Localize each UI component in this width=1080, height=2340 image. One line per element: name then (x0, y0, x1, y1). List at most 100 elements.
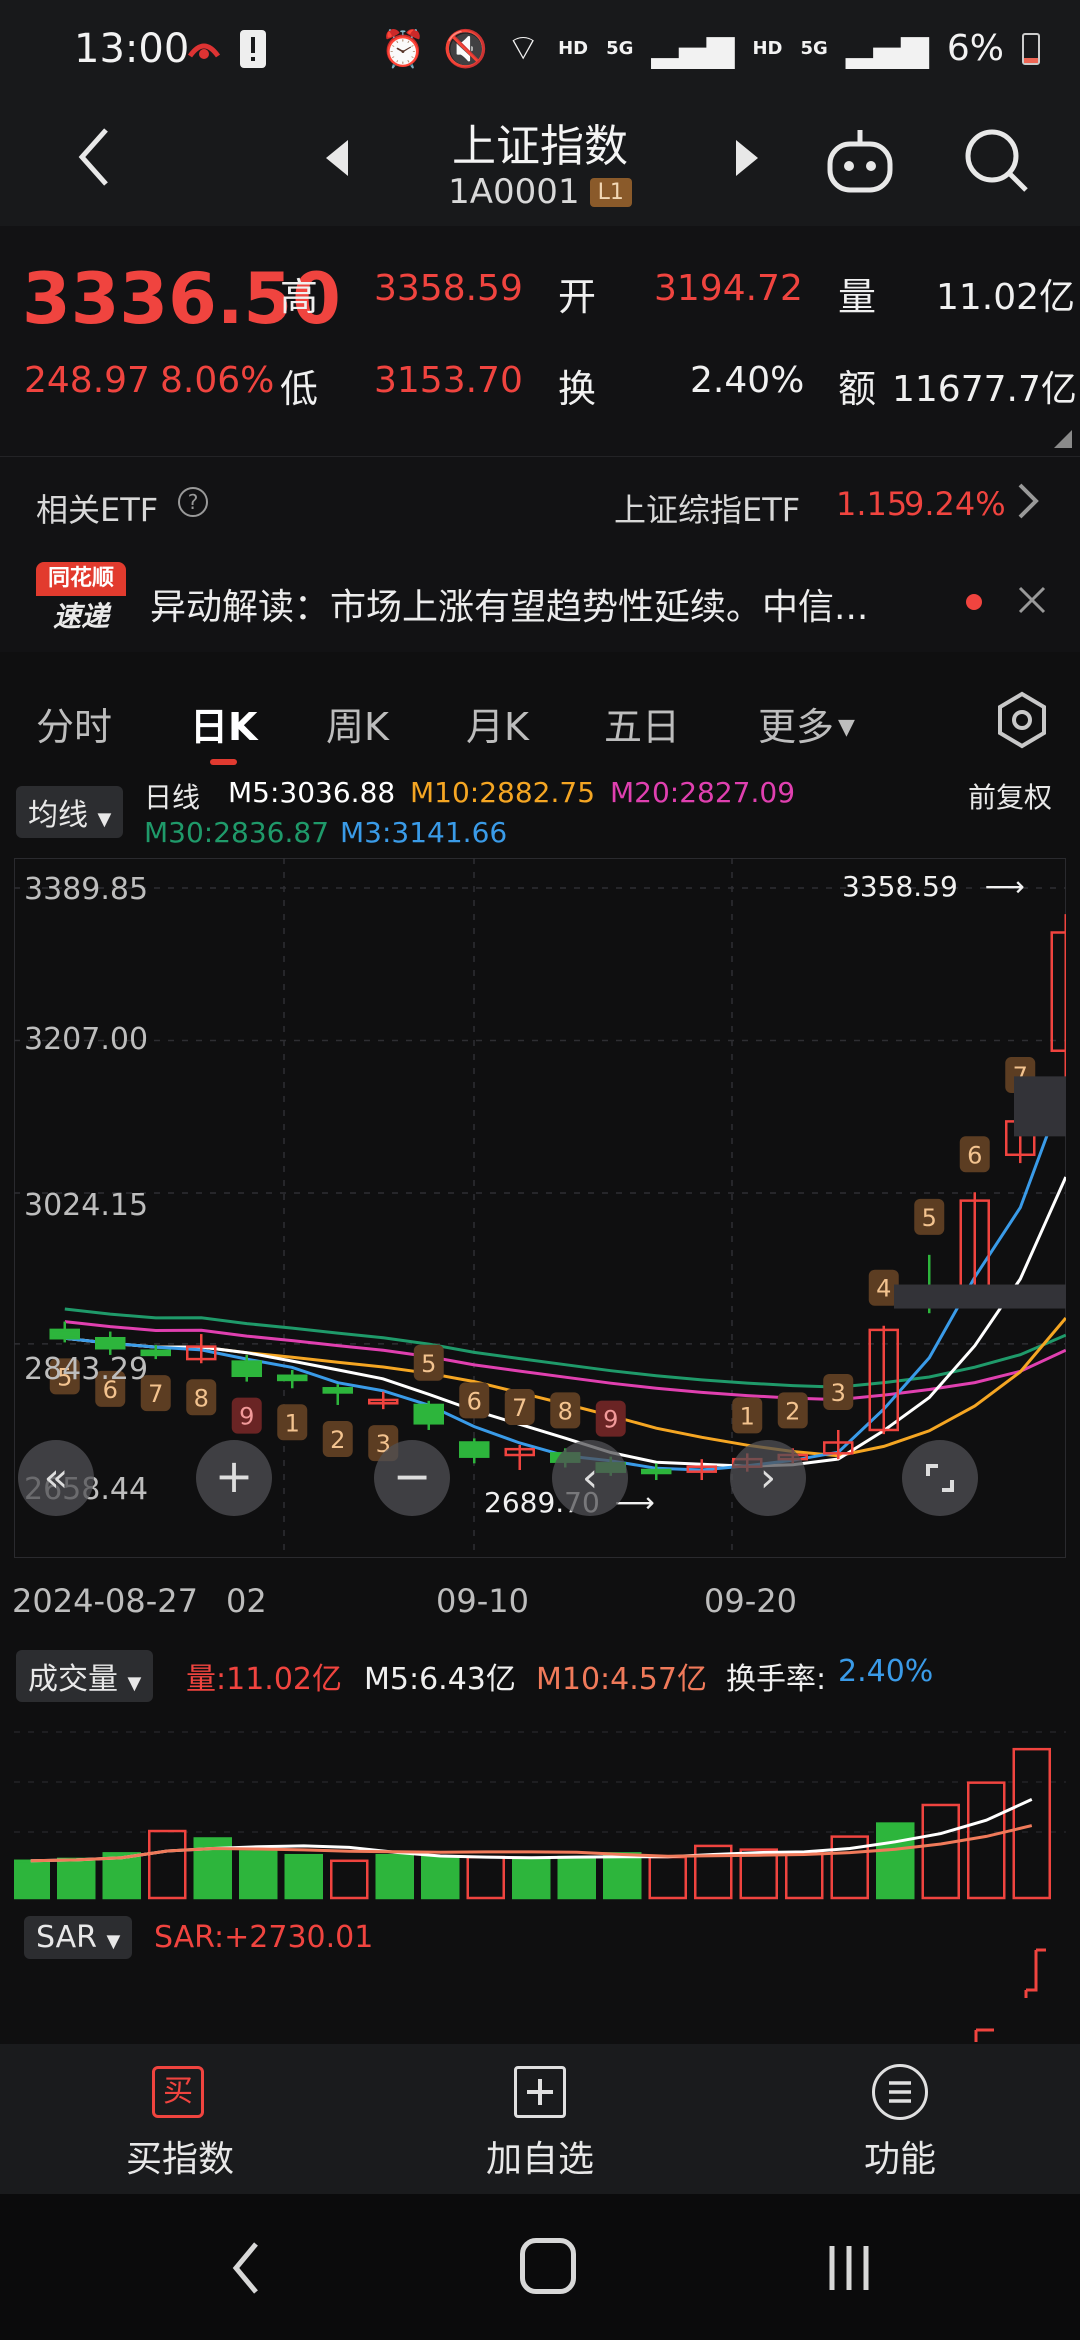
candle-body (459, 1441, 490, 1458)
news-ticker[interactable]: 同花顺 速递 异动解读：市场上涨有望趋势性延续。中信... (0, 552, 1080, 652)
status-bar: 13:00 ⏰ 🔇 ⌔ HD 5G ▂▄▆ HD 5G ▂▄▆ 6% (0, 0, 1080, 110)
search-icon (965, 129, 1028, 192)
price-band (894, 1284, 1066, 1309)
turnover-rate-value: 2.40% (838, 1654, 934, 1689)
td-badge-label: 8 (194, 1384, 209, 1412)
buy-index-label: 买指数 (125, 2139, 234, 2180)
td-badge-label: 7 (148, 1380, 163, 1408)
logo-top: 同花顺 (36, 562, 126, 596)
volume-bar (421, 1855, 460, 1900)
network-hd-2: HD (752, 38, 783, 59)
td-badge-label: 2 (785, 1397, 800, 1425)
tab-daily-k[interactable]: 日K (190, 696, 257, 765)
td-badge-label: 6 (467, 1387, 482, 1415)
ma10-value: M10:2882.75 (410, 776, 596, 809)
etf-price: 1.15 (836, 485, 908, 523)
period-tabs: 分时 日K 周K 月K 五日 更多 ▼ (0, 680, 1080, 776)
zoom-out-button[interactable]: − (374, 1440, 450, 1516)
volume-label: 量 (838, 275, 877, 319)
volume-bar (557, 1855, 596, 1900)
candle-body (49, 1328, 80, 1340)
robot-assistant-button[interactable] (822, 122, 898, 198)
candle-body (231, 1360, 262, 1378)
buy-icon: 买 (152, 2066, 204, 2118)
zoom-in-button[interactable]: + (196, 1440, 272, 1516)
news-logo: 同花顺 速递 (36, 562, 126, 638)
chart-settings-button[interactable] (994, 690, 1050, 750)
close-news-button[interactable] (1016, 584, 1048, 616)
scroll-left-fast-button[interactable]: « (18, 1440, 94, 1516)
volume-bar (330, 1859, 369, 1900)
td-badge-label: 7 (512, 1394, 527, 1422)
buy-index-button[interactable]: 买 买指数 (0, 2044, 360, 2194)
td-badge-label: 3 (831, 1379, 846, 1407)
tab-monthly-k[interactable]: 月K (466, 696, 529, 751)
indicator-selector[interactable]: 均线 ▼ (16, 786, 124, 838)
td-badge-label: 9 (603, 1406, 618, 1434)
fullscreen-icon (926, 1464, 954, 1492)
status-time: 13:00 (74, 26, 190, 72)
dropdown-arrow-icon: ▼ (97, 809, 112, 830)
nav-back-button[interactable] (222, 2238, 272, 2298)
volume-panel[interactable]: 成交量 ▼ 量:11.02亿 M5:6.43亿 M10:4.57亿 换手率: 2… (0, 1632, 1080, 1902)
next-stock-button[interactable] (728, 136, 764, 180)
y-label-3: 3024.15 (24, 1188, 149, 1223)
tab-five-day[interactable]: 五日 (604, 696, 680, 751)
quote-panel: 3336.50 248.97 8.06% 高 3358.59 开 3194.72… (0, 226, 1080, 456)
volume-svg (14, 1731, 1066, 1900)
x-axis: 2024-08-27 02 09-10 09-20 (0, 1560, 1080, 1620)
nav-home-button[interactable] (520, 2238, 576, 2294)
candle-body (95, 1336, 126, 1350)
functions-label: 功能 (863, 2139, 936, 2180)
unread-dot (966, 594, 982, 610)
scroll-left-button[interactable]: ‹ (552, 1440, 628, 1516)
td-badge-label: 1 (740, 1402, 755, 1430)
volume-bar (1012, 1747, 1051, 1900)
amount-label: 额 (838, 367, 877, 411)
td-badge-label: 4 (876, 1275, 891, 1303)
low-label: 低 (280, 367, 319, 411)
x-label-02: 02 (226, 1582, 267, 1620)
help-icon[interactable]: ? (178, 487, 208, 517)
candle-body (322, 1387, 353, 1394)
fullscreen-button[interactable] (902, 1440, 978, 1516)
search-button[interactable] (960, 122, 1032, 198)
nav-recents-button[interactable] (824, 2238, 874, 2298)
volume-bar (967, 1781, 1006, 1900)
candle-body (641, 1468, 672, 1475)
volume-selector[interactable]: 成交量 ▼ (16, 1650, 154, 1702)
ma-legend: 均线 ▼ 日线 M5:3036.88 M10:2882.75 M20:2827.… (0, 776, 1080, 858)
recents-icon (829, 2246, 869, 2290)
adjust-mode-button[interactable]: 前复权 (968, 776, 1052, 816)
back-icon (232, 2242, 258, 2294)
add-watchlist-label: 加自选 (485, 2139, 594, 2180)
tab-weekly-k[interactable]: 周K (326, 696, 389, 751)
high-marker: 3358.59 ⟶ (842, 870, 1025, 903)
functions-button[interactable]: 功能 (720, 2044, 1080, 2194)
y-label-4: 2843.29 (24, 1352, 149, 1387)
etf-label: 相关ETF (36, 491, 159, 529)
header: 上证指数 1A0001 L1 (0, 110, 1080, 226)
tab-more[interactable]: 更多 ▼ (758, 696, 855, 751)
signal-icon-2: ▂▄▆ (845, 28, 929, 69)
scroll-right-button[interactable]: › (730, 1440, 806, 1516)
y-label-top: 3389.85 (24, 872, 149, 907)
volume-bar (102, 1852, 141, 1900)
td-badge-label: 5 (922, 1204, 937, 1232)
dropdown-arrow-icon: ▼ (127, 1673, 142, 1694)
tab-intraday[interactable]: 分时 (36, 696, 112, 751)
sar-step-1 (1024, 1948, 1046, 1998)
etf-pct: 9.24% (904, 485, 1006, 523)
volume-today: 量:11.02亿 (186, 1662, 342, 1697)
kline-chart[interactable]: 567891235678912345678 3389.85 3207.00 30… (13, 857, 1080, 1559)
related-etf-row[interactable]: 相关ETF ? 上证综指ETF 1.15 9.24% (0, 456, 1080, 552)
add-watchlist-button[interactable]: 加自选 (360, 2044, 720, 2194)
expand-corner-icon[interactable] (1054, 430, 1072, 448)
open-value: 3194.72 (654, 268, 803, 309)
turnover-label: 换 (558, 367, 597, 411)
ma3-value: M3:3141.66 (340, 816, 508, 849)
arrow-right-icon: ⟶ (984, 870, 1025, 903)
sar-panel[interactable]: SAR ▼ SAR:+2730.01 (0, 1902, 1080, 2042)
alert-icon (240, 30, 266, 68)
volume-bar (512, 1857, 551, 1900)
